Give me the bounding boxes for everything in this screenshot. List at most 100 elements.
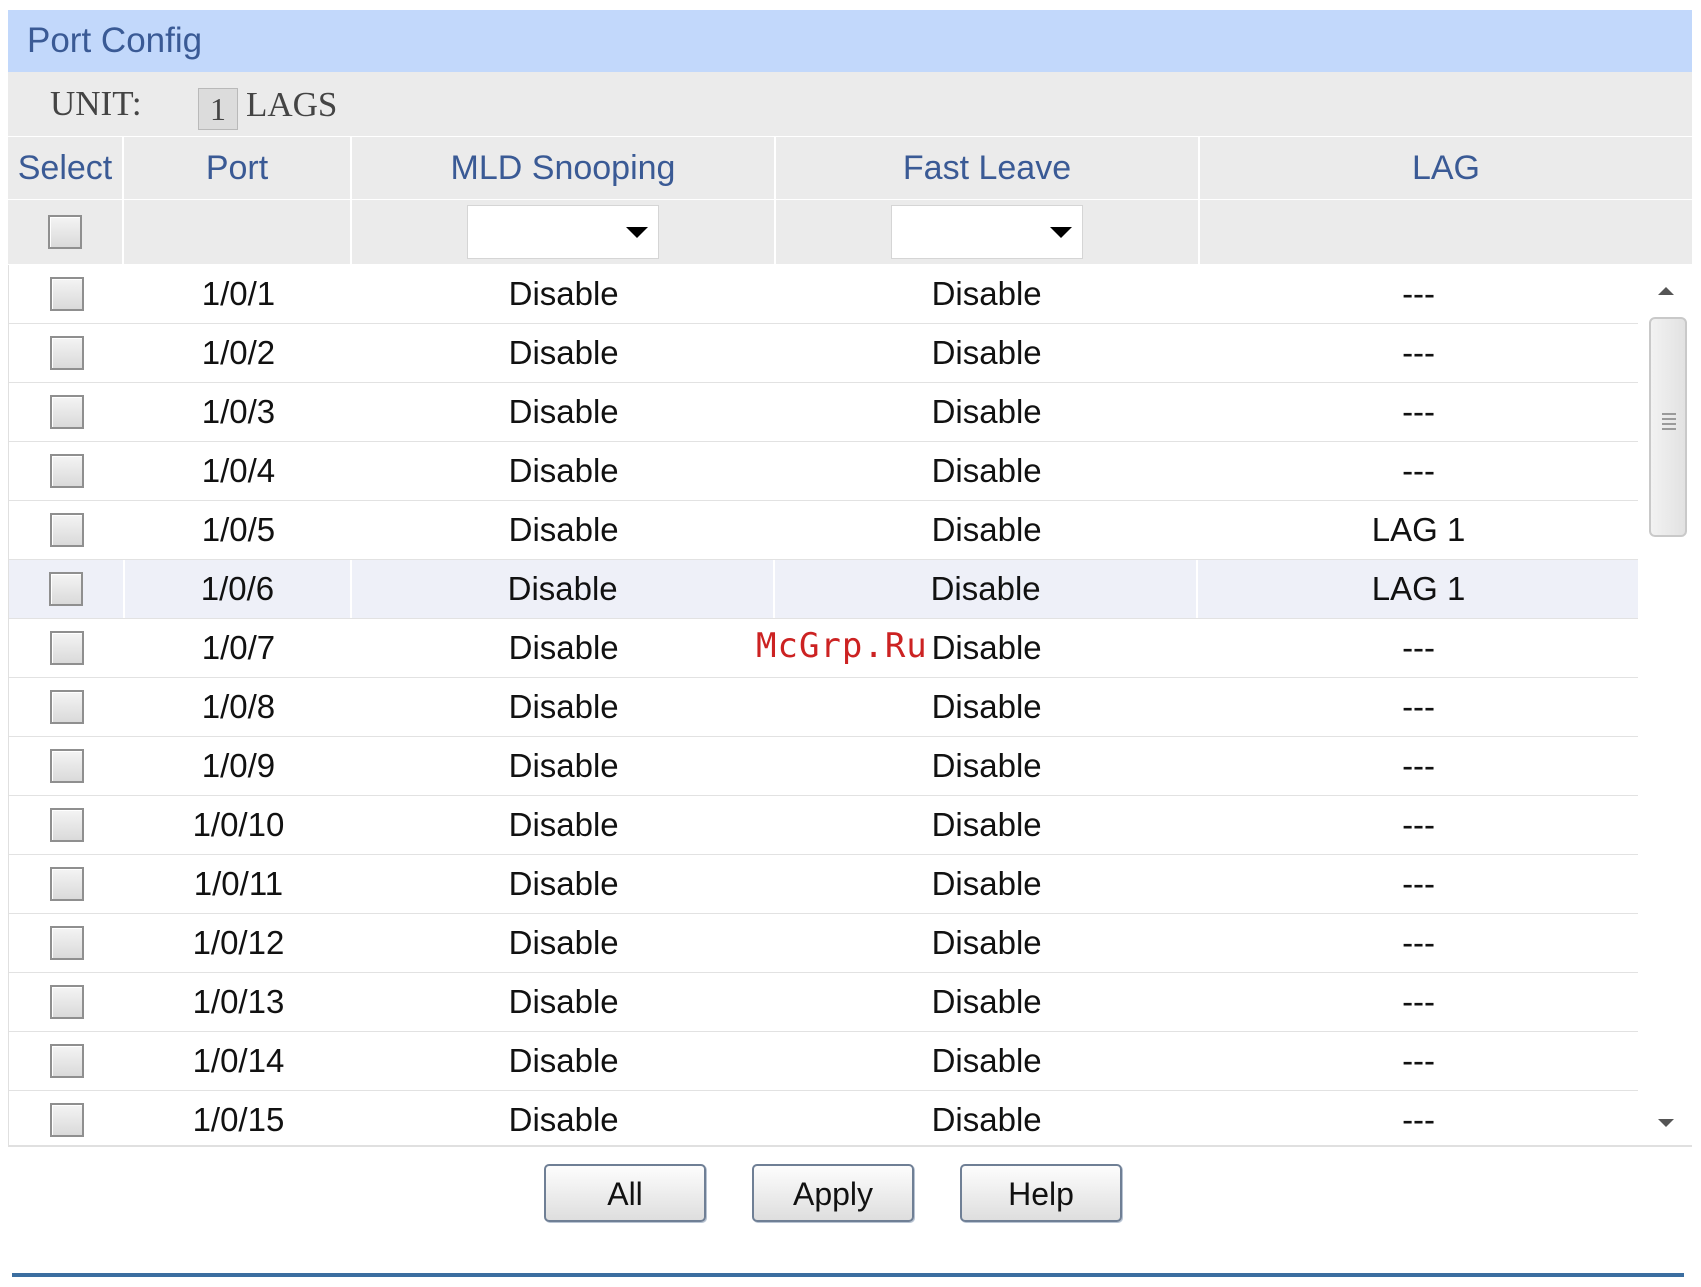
table-row[interactable]: 1/0/9 Disable Disable ---	[9, 737, 1639, 796]
column-header-select: Select	[8, 137, 124, 199]
port-config-panel: Port Config UNIT: 1 LAGS Select Port MLD…	[8, 10, 1692, 1147]
apply-button[interactable]: Apply	[752, 1164, 914, 1222]
vertical-scrollbar[interactable]	[1638, 265, 1692, 1145]
fast-leave-cell: Disable	[775, 560, 1199, 618]
table-row[interactable]: 1/0/2 Disable Disable ---	[9, 324, 1639, 383]
select-all-checkbox[interactable]	[48, 215, 82, 249]
row-select-cell	[9, 324, 125, 382]
column-header-mld-snooping: MLD Snooping	[352, 137, 776, 199]
table-row[interactable]: 1/0/15 Disable Disable ---	[9, 1091, 1639, 1145]
row-checkbox[interactable]	[49, 336, 84, 370]
mld-snooping-cell: Disable	[508, 688, 619, 725]
table-row[interactable]: 1/0/10 Disable Disable ---	[9, 796, 1639, 855]
port-cell: 1/0/1	[201, 275, 276, 312]
all-button[interactable]: All	[544, 1164, 706, 1222]
fast-leave-cell: Disable	[931, 806, 1042, 843]
row-checkbox[interactable]	[48, 572, 83, 606]
table-row[interactable]: 1/0/11 Disable Disable ---	[9, 855, 1639, 914]
mld-snooping-cell: Disable	[508, 452, 619, 489]
row-checkbox[interactable]	[49, 926, 84, 960]
table-row[interactable]: 1/0/8 Disable Disable ---	[9, 678, 1639, 737]
filter-mld-cell	[352, 200, 776, 264]
chevron-down-icon	[1050, 227, 1072, 238]
row-checkbox[interactable]	[49, 808, 84, 842]
table-row[interactable]: 1/0/4 Disable Disable ---	[9, 442, 1639, 501]
row-checkbox[interactable]	[49, 985, 84, 1019]
table-row[interactable]: 1/0/12 Disable Disable ---	[9, 914, 1639, 973]
chevron-down-icon	[626, 227, 648, 238]
lag-cell: ---	[1402, 865, 1436, 902]
fast-leave-cell: Disable	[931, 924, 1042, 961]
scroll-up-icon[interactable]	[1658, 287, 1674, 295]
port-cell: 1/0/9	[201, 747, 276, 784]
filter-lag-cell	[1200, 200, 1692, 264]
help-button[interactable]: Help	[960, 1164, 1122, 1222]
scroll-down-icon[interactable]	[1658, 1119, 1674, 1127]
row-checkbox[interactable]	[49, 1103, 84, 1137]
port-cell: 1/0/8	[201, 688, 276, 725]
row-checkbox[interactable]	[49, 395, 84, 429]
row-checkbox[interactable]	[49, 1044, 84, 1078]
row-checkbox[interactable]	[49, 749, 84, 783]
filter-port-cell	[124, 200, 352, 264]
fast-leave-cell: Disable	[931, 983, 1042, 1020]
row-checkbox[interactable]	[49, 690, 84, 724]
unit-bar: UNIT: 1 LAGS	[8, 72, 1692, 137]
row-checkbox[interactable]	[49, 277, 84, 311]
port-cell: 1/0/15	[192, 1101, 285, 1138]
row-select-cell	[9, 737, 125, 795]
table-row[interactable]: 1/0/1 Disable Disable ---	[9, 265, 1639, 324]
mld-snooping-cell: Disable	[508, 865, 619, 902]
fast-leave-cell: Disable	[931, 452, 1042, 489]
row-checkbox[interactable]	[49, 513, 84, 547]
row-select-cell	[9, 973, 125, 1031]
row-select-cell	[9, 1091, 125, 1145]
table-row[interactable]: 1/0/5 Disable Disable LAG 1	[9, 501, 1639, 560]
lag-cell: ---	[1402, 924, 1436, 961]
fast-leave-cell: Disable	[931, 511, 1042, 548]
row-select-cell	[9, 796, 125, 854]
port-cell: 1/0/2	[201, 334, 276, 371]
row-select-cell	[9, 619, 125, 677]
table-row[interactable]: 1/0/6 Disable Disable LAG 1	[9, 560, 1639, 619]
row-checkbox[interactable]	[49, 454, 84, 488]
lag-cell: ---	[1402, 334, 1436, 371]
column-header-lag: LAG	[1411, 148, 1481, 187]
fast-leave-select[interactable]	[891, 205, 1083, 259]
fast-leave-cell: Disable	[931, 865, 1042, 902]
row-select-cell	[9, 501, 125, 559]
mld-snooping-select[interactable]	[467, 205, 659, 259]
lags-link[interactable]: LAGS	[246, 72, 337, 138]
select-all-cell	[8, 200, 124, 264]
mld-snooping-cell: Disable	[508, 1042, 619, 1079]
port-cell: 1/0/14	[192, 1042, 285, 1079]
bottom-divider	[12, 1273, 1684, 1277]
port-cell: 1/0/4	[201, 452, 276, 489]
port-list: 1/0/1 Disable Disable --- 1/0/2 Disable Disabl…	[8, 265, 1692, 1147]
mld-snooping-cell: Disable	[508, 334, 619, 371]
fast-leave-cell: Disable	[931, 688, 1042, 725]
port-cell: 1/0/6	[125, 560, 353, 618]
mld-snooping-cell: Disable	[508, 629, 619, 666]
table-row[interactable]: 1/0/14 Disable Disable ---	[9, 1032, 1639, 1091]
lag-cell: ---	[1402, 275, 1436, 312]
mld-snooping-cell: Disable	[352, 560, 776, 618]
lag-cell: ---	[1402, 1101, 1436, 1138]
grip-icon	[1662, 413, 1676, 431]
filter-fast-leave-cell	[776, 200, 1200, 264]
row-checkbox[interactable]	[49, 631, 84, 665]
row-select-cell	[9, 383, 125, 441]
lag-cell: ---	[1402, 393, 1436, 430]
fast-leave-cell: Disable	[931, 334, 1042, 371]
table-row[interactable]: 1/0/3 Disable Disable ---	[9, 383, 1639, 442]
table-row[interactable]: 1/0/13 Disable Disable ---	[9, 973, 1639, 1032]
fast-leave-cell: Disable	[931, 275, 1042, 312]
row-checkbox[interactable]	[49, 867, 84, 901]
mld-snooping-cell: Disable	[508, 924, 619, 961]
fast-leave-cell: Disable	[931, 1042, 1042, 1079]
lag-cell: LAG 1	[1371, 570, 1466, 607]
unit-1-button[interactable]: 1	[198, 88, 238, 130]
scrollbar-thumb[interactable]	[1649, 317, 1687, 537]
port-cell: 1/0/10	[192, 806, 285, 843]
port-cell: 1/0/5	[201, 511, 276, 548]
